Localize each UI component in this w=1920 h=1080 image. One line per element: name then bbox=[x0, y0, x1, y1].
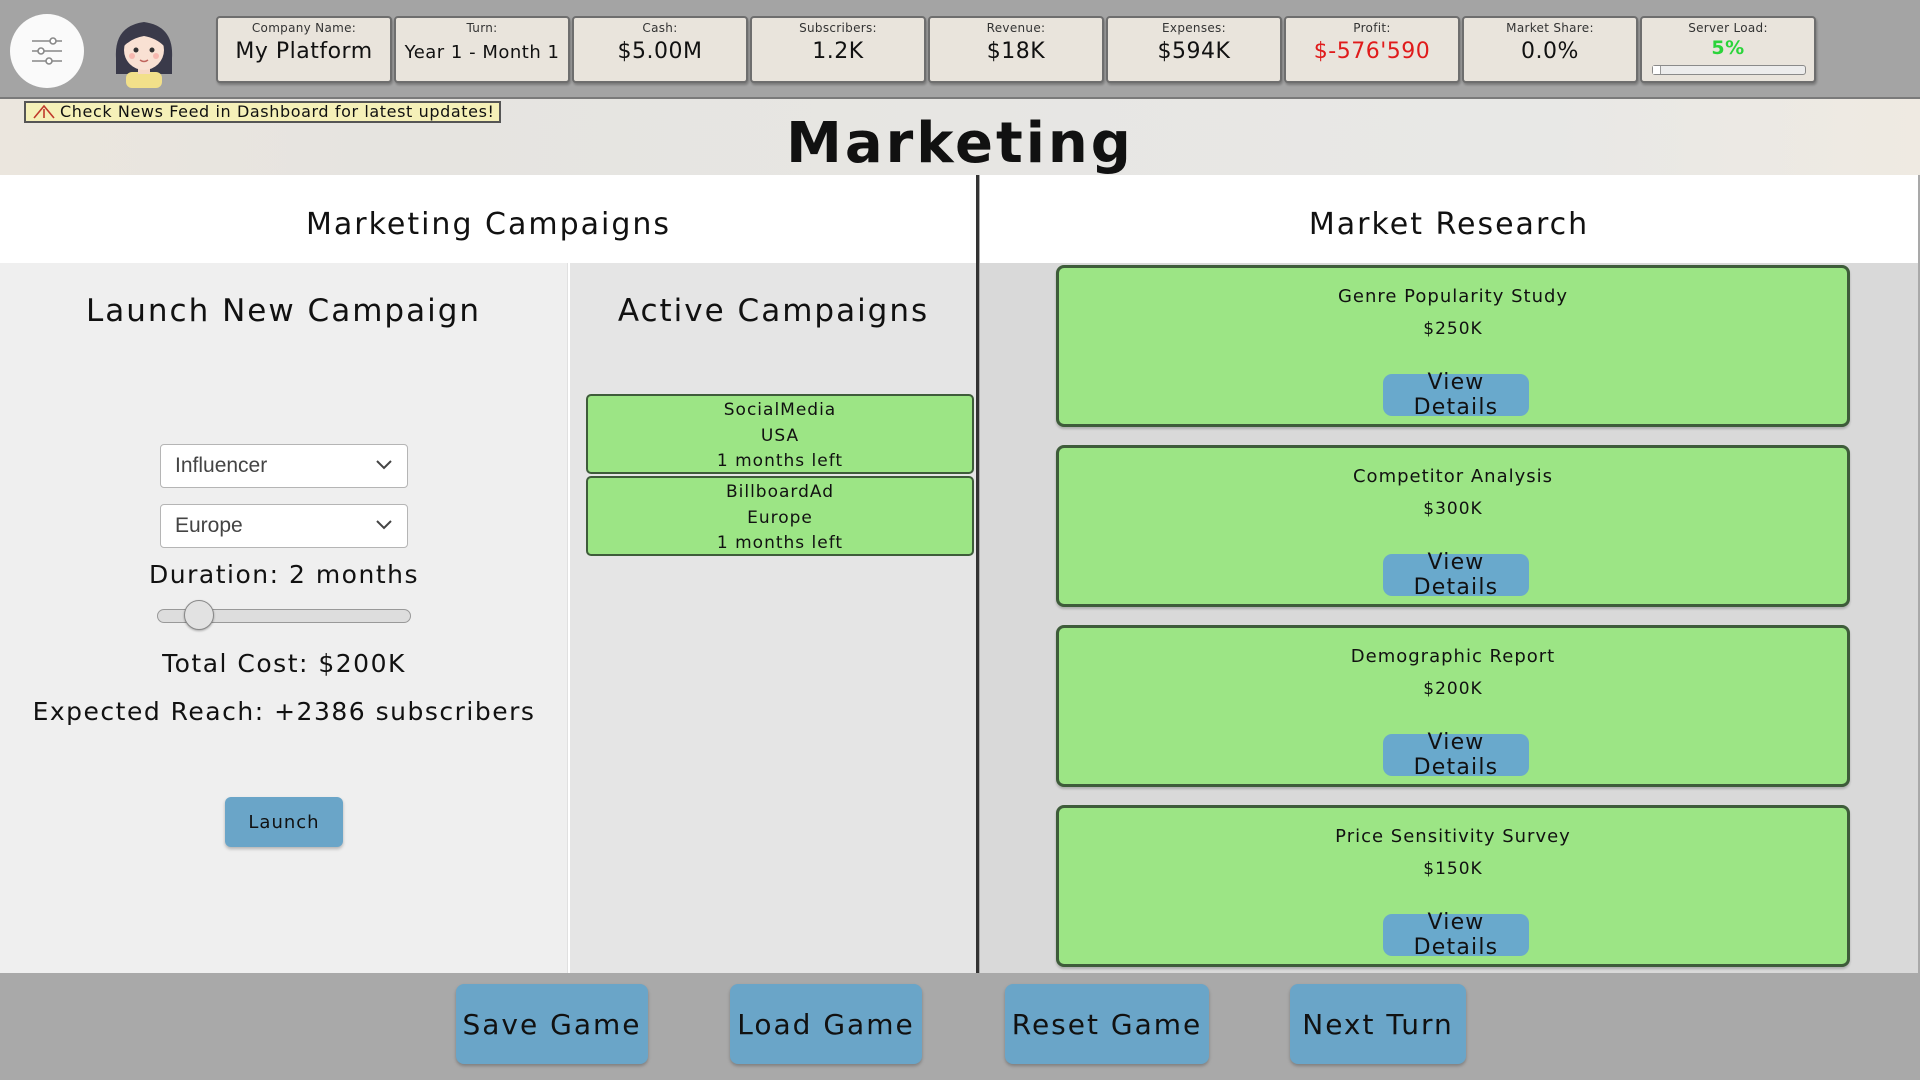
launch-campaign-title: Launch New Campaign bbox=[85, 293, 482, 329]
campaign-remaining: 1 months left bbox=[716, 451, 844, 471]
duration-slider-handle[interactable] bbox=[184, 600, 214, 630]
view-details-button[interactable]: View Details bbox=[1383, 730, 1529, 780]
expenses-value: $594K bbox=[1157, 39, 1231, 64]
research-name: Demographic Report bbox=[1350, 646, 1556, 667]
avatar bbox=[106, 12, 182, 88]
server-load-bar bbox=[1652, 65, 1806, 75]
expected-reach-label: Expected Reach: +2386 subscribers bbox=[32, 697, 536, 726]
server-load-fill bbox=[1653, 66, 1661, 74]
stat-label: Expenses: bbox=[1162, 21, 1226, 35]
research-cost: $200K bbox=[1423, 679, 1483, 699]
bottom-action-bar: Save Game Load Game Reset Game Next Turn bbox=[0, 973, 1920, 1080]
load-game-button[interactable]: Load Game bbox=[730, 984, 922, 1064]
stat-revenue: Revenue: $18K bbox=[928, 16, 1104, 83]
view-details-button[interactable]: View Details bbox=[1383, 550, 1529, 600]
server-load-value: 5% bbox=[1711, 37, 1745, 59]
total-cost-label: Total Cost: $200K bbox=[162, 649, 406, 678]
stat-label: Company Name: bbox=[251, 21, 357, 35]
turn-value: Year 1 - Month 1 bbox=[404, 42, 560, 63]
campaign-type-select[interactable]: Influencer bbox=[160, 444, 408, 488]
page-title: Marketing bbox=[786, 111, 1134, 176]
market-share-value: 0.0% bbox=[1521, 39, 1579, 64]
subscribers-value: 1.2K bbox=[812, 39, 864, 64]
research-card: Genre Popularity Study $250K View Detail… bbox=[1056, 265, 1850, 427]
research-name: Price Sensitivity Survey bbox=[1335, 826, 1571, 847]
stat-server-load: Server Load: 5% bbox=[1640, 16, 1816, 83]
research-cost: $250K bbox=[1423, 319, 1483, 339]
research-card: Price Sensitivity Survey $150K View Deta… bbox=[1056, 805, 1850, 967]
view-details-button[interactable]: View Details bbox=[1383, 370, 1529, 420]
market-research-title: Market Research bbox=[1308, 207, 1590, 242]
campaign-region: Europe bbox=[747, 507, 813, 528]
campaign-remaining: 1 months left bbox=[716, 533, 844, 553]
campaign-region-select[interactable]: Europe bbox=[160, 504, 408, 548]
campaign-type: BillboardAd bbox=[725, 482, 835, 502]
stat-expenses: Expenses: $594K bbox=[1106, 16, 1282, 83]
stat-cash: Cash: $5.00M bbox=[572, 16, 748, 83]
active-campaign-item: SocialMedia USA 1 months left bbox=[586, 394, 974, 474]
campaign-region-value: Europe bbox=[175, 514, 243, 537]
revenue-value: $18K bbox=[986, 39, 1046, 64]
section-divider bbox=[976, 175, 979, 973]
duration-label: Duration: 2 months bbox=[149, 560, 419, 589]
marketing-campaigns-title: Marketing Campaigns bbox=[305, 207, 672, 242]
launch-campaign-button[interactable]: Launch bbox=[225, 797, 343, 847]
save-game-button[interactable]: Save Game bbox=[456, 984, 648, 1064]
research-cost: $300K bbox=[1423, 499, 1483, 519]
profit-value: $-576'590 bbox=[1313, 39, 1431, 64]
user-avatar-icon bbox=[115, 22, 173, 88]
campaign-region: USA bbox=[760, 425, 800, 446]
top-status-bar: Company Name: My Platform Turn: Year 1 -… bbox=[0, 0, 1920, 99]
stat-market-share: Market Share: 0.0% bbox=[1462, 16, 1638, 83]
active-campaigns-title: Active Campaigns bbox=[617, 293, 930, 329]
stat-label: Cash: bbox=[642, 21, 678, 35]
chevron-down-icon bbox=[376, 460, 392, 470]
stat-company-name: Company Name: My Platform bbox=[216, 16, 392, 83]
view-details-button[interactable]: View Details bbox=[1383, 910, 1529, 960]
campaign-type-value: Influencer bbox=[175, 454, 268, 477]
stat-label: Profit: bbox=[1353, 21, 1391, 35]
research-name: Competitor Analysis bbox=[1352, 466, 1554, 487]
stat-label: Turn: bbox=[466, 21, 498, 35]
active-campaigns-panel: Active Campaigns bbox=[570, 263, 977, 973]
research-name: Genre Popularity Study bbox=[1337, 286, 1569, 307]
stat-label: Market Share: bbox=[1506, 21, 1594, 35]
chevron-down-icon bbox=[376, 520, 392, 530]
campaign-type: SocialMedia bbox=[723, 400, 837, 420]
sliders-icon bbox=[32, 37, 62, 65]
settings-menu-button[interactable] bbox=[10, 14, 84, 88]
company-name-value: My Platform bbox=[235, 39, 373, 64]
cash-value: $5.00M bbox=[617, 39, 703, 64]
page-header: Check News Feed in Dashboard for latest … bbox=[0, 99, 1920, 176]
next-turn-button[interactable]: Next Turn bbox=[1290, 984, 1466, 1064]
stat-label: Subscribers: bbox=[799, 21, 877, 35]
stat-subscribers: Subscribers: 1.2K bbox=[750, 16, 926, 83]
active-campaign-item: BillboardAd Europe 1 months left bbox=[586, 476, 974, 556]
reset-game-button[interactable]: Reset Game bbox=[1005, 984, 1209, 1064]
stat-label: Server Load: bbox=[1688, 21, 1768, 35]
stat-label: Revenue: bbox=[986, 21, 1046, 35]
research-card: Competitor Analysis $300K View Details bbox=[1056, 445, 1850, 607]
stat-profit: Profit: $-576'590 bbox=[1284, 16, 1460, 83]
research-card: Demographic Report $200K View Details bbox=[1056, 625, 1850, 787]
stat-turn: Turn: Year 1 - Month 1 bbox=[394, 16, 570, 83]
research-cost: $150K bbox=[1423, 859, 1483, 879]
